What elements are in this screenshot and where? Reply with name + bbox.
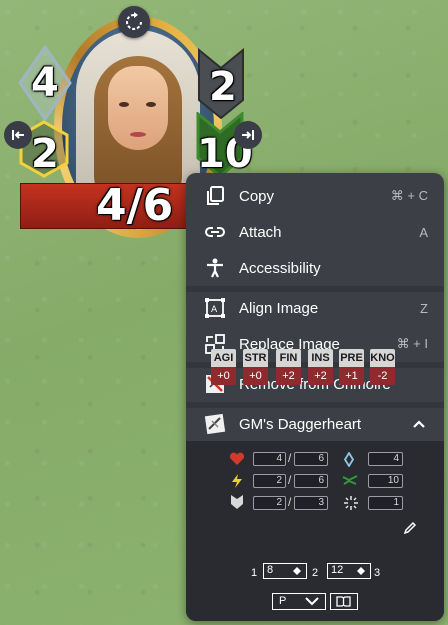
link-icon [205,227,225,237]
chevron-down-icon [305,597,319,606]
trait-str-name: STR [243,349,268,367]
evasion-field[interactable]: 10 [368,474,403,488]
hope-field[interactable]: 1 [368,496,403,510]
menu-label-attach: Attach [239,223,282,241]
major-threshold-value: 8 [267,564,274,576]
collapse-right-icon[interactable] [234,121,262,149]
lightning-icon [232,474,242,488]
severe-threshold-value: 12 [331,564,344,576]
major-threshold-field[interactable]: 8 [263,563,307,579]
svg-text:A: A [211,305,218,315]
stress-max-field[interactable]: 6 [294,474,328,488]
armor-diamond-small-icon [344,452,354,467]
armor-score-field[interactable]: 4 [368,452,403,466]
edit-pencil-icon[interactable] [403,521,417,535]
character-select-value: P [279,595,287,607]
menu-label-copy: Copy [239,187,275,205]
menu-label-daggerheart: GM's Daggerheart [239,415,362,433]
threshold-level-3: 3 [374,567,381,579]
menu-item-daggerheart[interactable]: GM's Daggerheart [186,406,444,442]
armor-slots-max-field[interactable]: 3 [294,496,328,510]
context-menu: Copy ⌘ + C Attach A Accessibility A Alig… [186,173,444,621]
menu-label-accessibility: Accessibility [239,259,321,277]
trait-fin-name: FIN [276,349,301,367]
copy-icon [207,186,224,205]
evasion-icon [342,475,358,485]
armor-value: 4 [31,60,59,106]
daggerheart-icon [204,413,226,435]
trait-ins-name: INS [308,349,333,367]
hp-max-field[interactable]: 6 [294,452,328,466]
chevron-up-icon[interactable] [412,419,426,429]
severe-threshold-field[interactable]: 12 [327,563,371,579]
threshold-level-1: 1 [251,567,258,579]
armor-slots-current-field[interactable]: 2 [253,496,286,510]
hp-display: 4/6 [96,180,174,231]
trait-ins-value[interactable]: +2 [308,367,333,385]
trait-fin-value[interactable]: +2 [276,367,301,385]
accessibility-icon [207,258,223,278]
hope-value: 2 [31,131,59,177]
threshold-diamond-icon [357,567,365,575]
trait-kno-value[interactable]: -2 [370,367,395,385]
character-select[interactable]: P [272,593,326,610]
threshold-level-2: 2 [312,567,319,579]
trait-pre-value[interactable]: +1 [339,367,364,385]
menu-item-accessibility[interactable]: Accessibility [186,250,444,286]
book-icon [336,596,351,607]
trait-agi-value[interactable]: +0 [211,367,236,385]
menu-label-align-image: Align Image [239,299,319,317]
shield-icon [231,495,243,509]
open-sheet-button[interactable] [330,593,358,610]
menu-shortcut-attach: A [419,224,428,240]
hope-sparkle-icon [344,496,358,510]
threshold-diamond-icon [293,567,301,575]
menu-item-copy[interactable]: Copy ⌘ + C [186,178,444,214]
menu-shortcut-align-image: Z [420,300,428,316]
hp-current-field[interactable]: 4 [253,452,286,466]
menu-item-align-image[interactable]: A Align Image Z [186,290,444,326]
trait-pre-name: PRE [339,349,364,367]
stress-value: 2 [209,64,237,110]
menu-shortcut-copy: ⌘ + C [390,188,428,203]
heart-icon [229,452,245,465]
trait-agi-name: AGI [211,349,236,367]
menu-shortcut-replace-image: ⌘ + I [396,336,428,351]
align-image-icon: A [205,298,225,318]
stress-current-field[interactable]: 2 [253,474,286,488]
trait-str-value[interactable]: +0 [243,367,268,385]
collapse-left-icon[interactable] [4,121,32,149]
trait-kno-name: KNO [370,349,395,367]
rotate-icon[interactable] [118,6,150,38]
menu-item-attach[interactable]: Attach A [186,214,444,250]
